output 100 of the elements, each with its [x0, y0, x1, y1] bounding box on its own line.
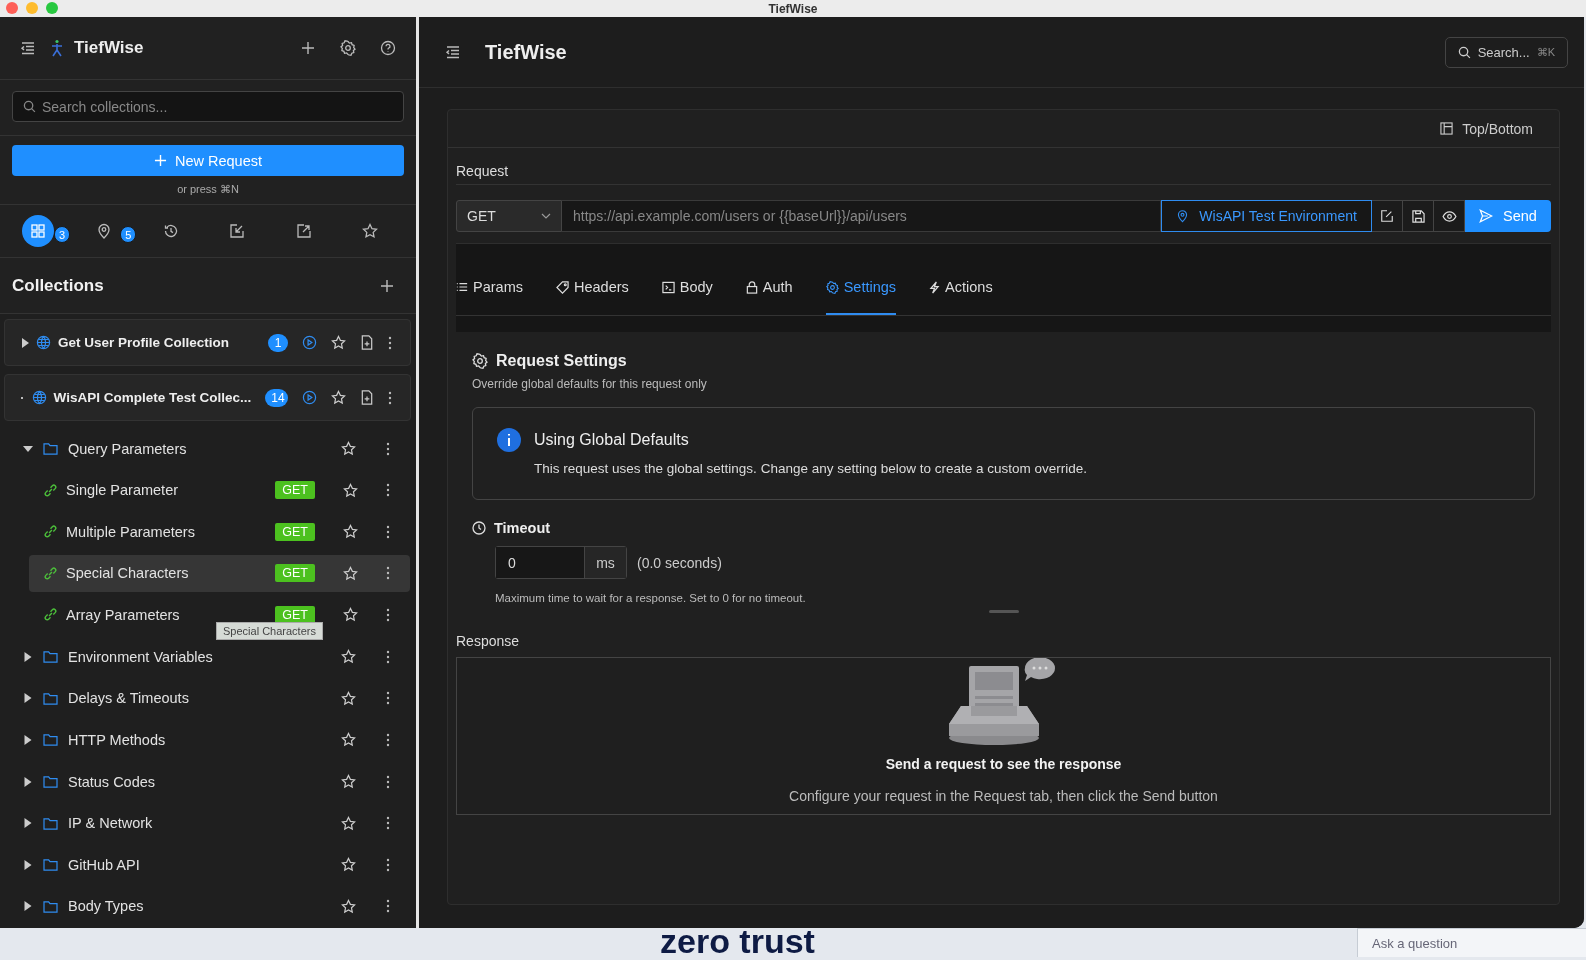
folder-row[interactable]: IP & Network — [0, 802, 416, 844]
section-title: Collections — [12, 275, 104, 296]
globe-icon — [31, 390, 47, 405]
tab[interactable]: Body — [661, 259, 713, 315]
question-field[interactable]: Ask a question — [1357, 928, 1586, 957]
caret-icon[interactable] — [23, 734, 33, 745]
search-icon — [23, 100, 36, 113]
more-icon[interactable] — [386, 441, 390, 456]
settings-icon — [472, 353, 488, 369]
collection-row[interactable]: WisAPI Complete Test Collec... 14 — [4, 374, 411, 421]
sidebar-tab[interactable] — [22, 215, 54, 247]
logo-icon — [50, 39, 64, 57]
save-button[interactable] — [1403, 200, 1434, 232]
star-icon[interactable] — [341, 441, 356, 457]
star-icon[interactable] — [341, 690, 356, 706]
preview-button[interactable] — [1434, 200, 1465, 232]
star-icon[interactable] — [343, 565, 358, 581]
caret-icon[interactable] — [23, 651, 33, 662]
menu-icon[interactable] — [20, 40, 36, 56]
method-badge: GET — [275, 481, 315, 500]
info-title: Using Global Defaults — [534, 430, 690, 449]
caret-icon[interactable] — [23, 693, 33, 704]
terminal-icon — [661, 280, 675, 294]
help-icon[interactable] — [380, 40, 396, 56]
close-window-button[interactable] — [6, 2, 18, 14]
method-badge: GET — [275, 605, 315, 624]
more-icon[interactable] — [386, 649, 390, 664]
star-icon[interactable] — [343, 524, 358, 540]
star-icon[interactable] — [343, 482, 358, 498]
request-row[interactable]: Multiple Parameters GET — [29, 513, 410, 551]
folder-name: Delays & Timeouts — [68, 690, 189, 707]
star-icon[interactable] — [343, 607, 358, 623]
folder-name: HTTP Methods — [68, 731, 166, 748]
star-icon[interactable] — [331, 335, 346, 350]
folder-icon — [43, 650, 58, 664]
more-icon[interactable] — [388, 335, 392, 350]
method-dropdown[interactable]: GET — [456, 200, 562, 232]
more-icon[interactable] — [386, 816, 390, 831]
add-icon[interactable] — [300, 40, 316, 56]
star-icon[interactable] — [341, 857, 356, 873]
play-icon[interactable] — [302, 335, 317, 350]
environment-button[interactable]: WisAPI Test Environment — [1161, 200, 1372, 232]
edit-button[interactable] — [1372, 200, 1403, 232]
list-icon — [456, 281, 468, 293]
star-icon[interactable] — [341, 815, 356, 831]
caret-icon[interactable] — [23, 443, 33, 454]
more-icon[interactable] — [386, 607, 390, 622]
folder-name: IP & Network — [68, 815, 153, 832]
more-icon[interactable] — [386, 857, 390, 872]
folder-row[interactable]: Query Parameters — [0, 428, 416, 470]
lightning-icon — [929, 280, 941, 294]
resize-handle[interactable] — [988, 610, 1019, 613]
request-row[interactable]: Single Parameter GET — [29, 471, 410, 509]
add-file-icon[interactable] — [360, 390, 374, 405]
folder-name: Query Parameters — [68, 440, 187, 457]
location-pin-icon — [1176, 209, 1190, 223]
request-name: Single Parameter — [66, 482, 179, 499]
star-icon[interactable] — [341, 649, 356, 665]
add-file-icon[interactable] — [360, 335, 374, 350]
caret-icon[interactable] — [23, 859, 33, 870]
more-icon[interactable] — [386, 774, 390, 789]
expand-arrow-icon[interactable] — [21, 337, 29, 348]
caret-icon[interactable] — [23, 776, 33, 787]
folder-icon — [43, 899, 58, 913]
lock-icon — [745, 280, 758, 294]
more-icon[interactable] — [386, 732, 390, 747]
chevron-down-icon — [541, 213, 551, 219]
settings-icon[interactable] — [340, 40, 356, 56]
more-icon[interactable] — [386, 566, 390, 581]
more-icon[interactable] — [386, 691, 390, 706]
star-icon[interactable] — [341, 774, 356, 790]
tab[interactable]: Auth — [745, 259, 793, 315]
search-button[interactable]: Search... ⌘K — [1444, 36, 1568, 68]
layout-button[interactable]: Top/Bottom — [1436, 116, 1537, 141]
more-icon[interactable] — [386, 524, 390, 539]
play-icon[interactable] — [302, 390, 317, 405]
folder-row[interactable]: GitHub API — [0, 843, 416, 886]
url-field[interactable]: https://api.example.com/users or {{baseUrl}}/api/users — [562, 200, 1162, 232]
folder-row[interactable]: Status Codes — [0, 760, 416, 803]
more-icon[interactable] — [386, 483, 390, 498]
caret-icon[interactable] — [23, 901, 33, 912]
folder-row[interactable]: HTTP Methods — [0, 719, 416, 761]
tab[interactable]: Params — [456, 259, 523, 315]
search-field[interactable]: Search collections... — [12, 91, 404, 122]
collection-row[interactable]: Get User Profile Collection 1 — [4, 319, 411, 366]
edit-icon — [1380, 209, 1394, 223]
folder-row[interactable]: Delays & Timeouts — [0, 677, 416, 720]
caret-icon[interactable] — [23, 818, 33, 829]
tab[interactable]: Headers — [555, 259, 629, 315]
more-icon[interactable] — [386, 899, 390, 914]
star-icon[interactable] — [341, 898, 356, 914]
request-row[interactable]: Special Characters GET — [29, 554, 410, 592]
star-icon[interactable] — [341, 732, 356, 748]
tab[interactable]: Actions — [929, 259, 993, 315]
folder-row[interactable]: Body Types — [0, 885, 416, 928]
menu-icon[interactable] — [445, 44, 461, 60]
add-icon[interactable] — [380, 278, 394, 293]
more-icon[interactable] — [388, 390, 392, 405]
tab[interactable]: Settings — [825, 259, 897, 315]
star-icon[interactable] — [331, 390, 346, 405]
